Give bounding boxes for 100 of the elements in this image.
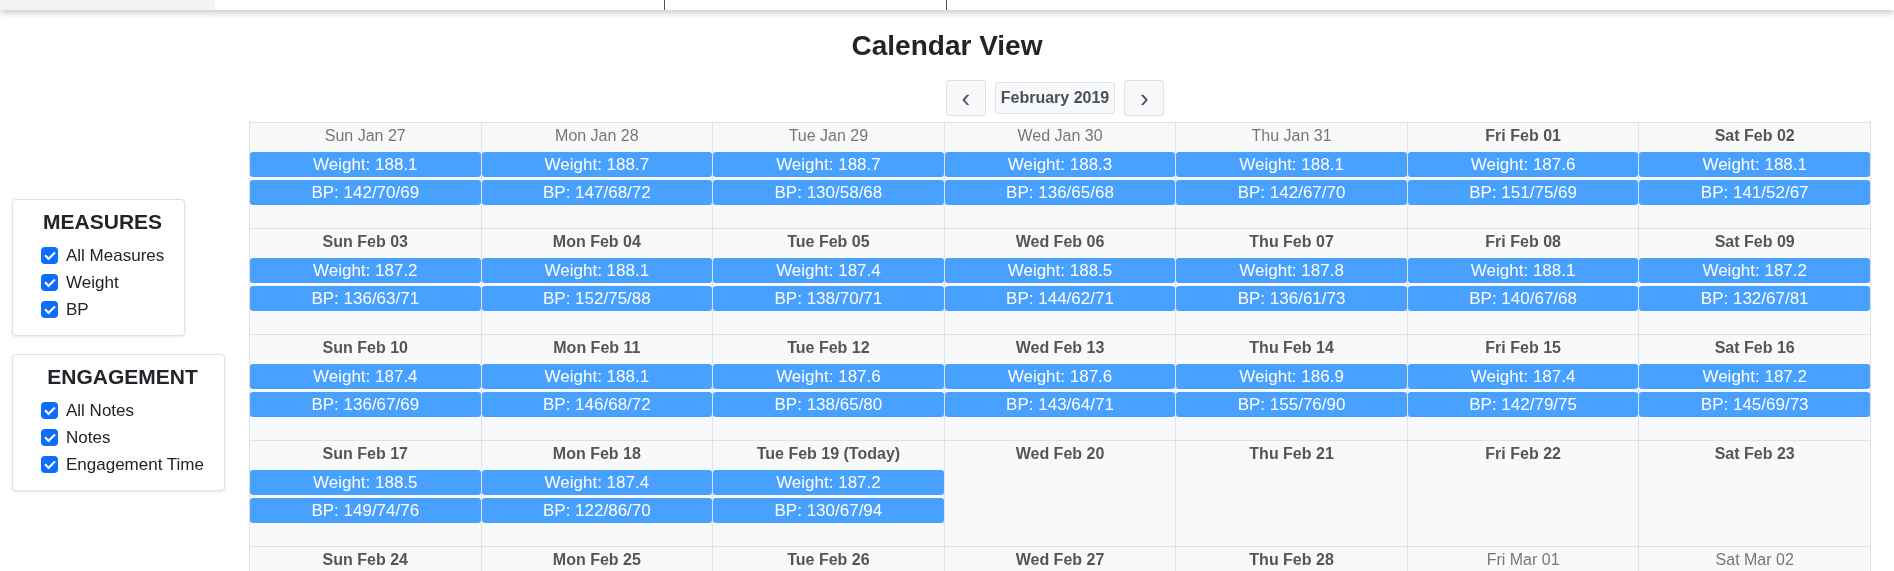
- event-chip[interactable]: Weight: 188.3: [944, 152, 1176, 177]
- checkbox-label: All Measures: [66, 245, 165, 266]
- event-chip[interactable]: BP: 142/79/75: [1407, 392, 1639, 417]
- event-chip[interactable]: BP: 136/63/71: [250, 286, 481, 311]
- event-chip[interactable]: Weight: 187.4: [1407, 364, 1639, 389]
- day-label: Tue Feb 12: [786, 338, 871, 358]
- day-label: Wed Feb 13: [1014, 338, 1106, 358]
- event-chip[interactable]: BP: 144/62/71: [944, 286, 1176, 311]
- event-chip[interactable]: BP: 145/69/73: [1639, 392, 1870, 417]
- checkbox[interactable]: [41, 274, 58, 291]
- event-chip[interactable]: Weight: 186.9: [1176, 364, 1407, 389]
- day-label: Tue Feb 19 (Today): [755, 444, 902, 464]
- event-chip[interactable]: BP: 136/61/73: [1176, 286, 1407, 311]
- event-chip[interactable]: BP: 142/67/70: [1176, 180, 1407, 205]
- event-chip[interactable]: Weight: 188.5: [250, 470, 481, 495]
- checkbox[interactable]: [41, 301, 58, 318]
- day-label: Sat Feb 02: [1713, 126, 1796, 146]
- day-label: Thu Feb 21: [1248, 444, 1335, 464]
- event-chip[interactable]: BP: 130/58/68: [713, 180, 944, 205]
- event-chip[interactable]: BP: 136/65/68: [944, 180, 1176, 205]
- event-chip[interactable]: BP: 122/86/70: [481, 498, 713, 523]
- event-chip[interactable]: BP: 136/67/69: [250, 392, 481, 417]
- checkbox-label: Notes: [66, 427, 111, 448]
- event-chip[interactable]: Weight: 188.1: [1176, 152, 1407, 177]
- day-label: Tue Feb 26: [786, 550, 871, 570]
- event-chip[interactable]: BP: 138/70/71: [713, 286, 944, 311]
- event-chip[interactable]: BP: 155/76/90: [1176, 392, 1407, 417]
- event-chip[interactable]: Weight: 188.1: [1639, 152, 1870, 177]
- event-chip[interactable]: Weight: 187.8: [1176, 258, 1407, 283]
- event-chip[interactable]: Weight: 188.7: [713, 152, 944, 177]
- checkbox[interactable]: [41, 247, 58, 264]
- day-label: Wed Feb 06: [1014, 232, 1106, 252]
- event-chip[interactable]: Weight: 187.6: [713, 364, 944, 389]
- event-chip[interactable]: Weight: 187.6: [944, 364, 1176, 389]
- event-chip[interactable]: Weight: 187.6: [1407, 152, 1639, 177]
- checkbox[interactable]: [41, 402, 58, 419]
- day-label: Mon Feb 18: [551, 444, 642, 464]
- day-label: Sun Feb 24: [321, 550, 409, 570]
- day-label: Mon Feb 25: [551, 550, 642, 570]
- event-chip[interactable]: Weight: 188.7: [481, 152, 713, 177]
- event-chip[interactable]: BP: 147/68/72: [481, 180, 713, 205]
- day-label: Sat Feb 16: [1713, 338, 1796, 358]
- day-label: Fri Feb 08: [1484, 232, 1562, 252]
- checkbox[interactable]: [41, 429, 58, 446]
- event-chip[interactable]: Weight: 187.4: [250, 364, 481, 389]
- day-label: Wed Feb 20: [1014, 444, 1106, 464]
- day-label: Sun Feb 10: [321, 338, 409, 358]
- event-chip[interactable]: BP: 152/75/88: [481, 286, 713, 311]
- page-title: Calendar View: [851, 30, 1043, 62]
- event-chip[interactable]: Weight: 188.1: [481, 364, 713, 389]
- event-chip[interactable]: BP: 141/52/67: [1639, 180, 1870, 205]
- checkbox-label: Weight: [66, 272, 119, 293]
- event-chip[interactable]: BP: 149/74/76: [250, 498, 481, 523]
- month-label-button[interactable]: February 2019: [994, 82, 1116, 114]
- day-label: Thu Feb 28: [1248, 550, 1335, 570]
- event-chip[interactable]: BP: 143/64/71: [944, 392, 1176, 417]
- checkbox[interactable]: [41, 456, 58, 473]
- panel-title: ENGAGEMENT: [46, 365, 199, 389]
- day-label: Tue Feb 05: [786, 232, 871, 252]
- day-label: Sat Feb 23: [1713, 444, 1796, 464]
- day-label: Sun Feb 03: [321, 232, 409, 252]
- day-label: Thu Feb 14: [1248, 338, 1335, 358]
- event-chip[interactable]: Weight: 187.4: [481, 470, 713, 495]
- event-chip[interactable]: BP: 151/75/69: [1407, 180, 1639, 205]
- event-chip[interactable]: Weight: 187.2: [1639, 364, 1870, 389]
- day-label: Wed Jan 30: [1016, 126, 1104, 146]
- event-chip[interactable]: Weight: 188.1: [250, 152, 481, 177]
- next-month-button[interactable]: ›: [1124, 80, 1165, 116]
- day-label: Fri Feb 01: [1484, 126, 1562, 146]
- checkbox-label: All Notes: [66, 400, 135, 421]
- day-label: Tue Jan 29: [787, 126, 870, 146]
- day-label: Fri Feb 22: [1484, 444, 1562, 464]
- event-chip[interactable]: Weight: 188.1: [1407, 258, 1639, 283]
- day-label: Thu Feb 07: [1248, 232, 1335, 252]
- event-chip[interactable]: Weight: 187.2: [250, 258, 481, 283]
- day-label: Sat Feb 09: [1713, 232, 1796, 252]
- day-label: Mon Feb 04: [551, 232, 642, 252]
- day-label: Wed Feb 27: [1014, 550, 1106, 570]
- day-label: Thu Jan 31: [1250, 126, 1333, 146]
- day-label: Fri Mar 01: [1485, 550, 1561, 570]
- panel-title: MEASURES: [42, 210, 164, 234]
- event-chip[interactable]: BP: 130/67/94: [713, 498, 944, 523]
- checkbox-label: BP: [66, 299, 89, 320]
- event-chip[interactable]: Weight: 187.2: [713, 470, 944, 495]
- event-chip[interactable]: BP: 140/67/68: [1407, 286, 1639, 311]
- day-label: Fri Feb 15: [1484, 338, 1562, 358]
- day-label: Sun Jan 27: [323, 126, 407, 146]
- event-chip[interactable]: BP: 132/67/81: [1639, 286, 1870, 311]
- day-label: Mon Jan 28: [554, 126, 640, 146]
- event-chip[interactable]: Weight: 188.1: [481, 258, 713, 283]
- event-chip[interactable]: BP: 138/65/80: [713, 392, 944, 417]
- event-chip[interactable]: Weight: 187.2: [1639, 258, 1870, 283]
- event-chip[interactable]: Weight: 188.5: [944, 258, 1176, 283]
- event-chip[interactable]: Weight: 187.4: [713, 258, 944, 283]
- day-label: Sun Feb 17: [321, 444, 409, 464]
- day-label: Sat Mar 02: [1714, 550, 1795, 570]
- previous-month-button[interactable]: ‹: [945, 80, 986, 116]
- event-chip[interactable]: BP: 142/70/69: [250, 180, 481, 205]
- event-chip[interactable]: BP: 146/68/72: [481, 392, 713, 417]
- day-label: Mon Feb 11: [552, 338, 642, 358]
